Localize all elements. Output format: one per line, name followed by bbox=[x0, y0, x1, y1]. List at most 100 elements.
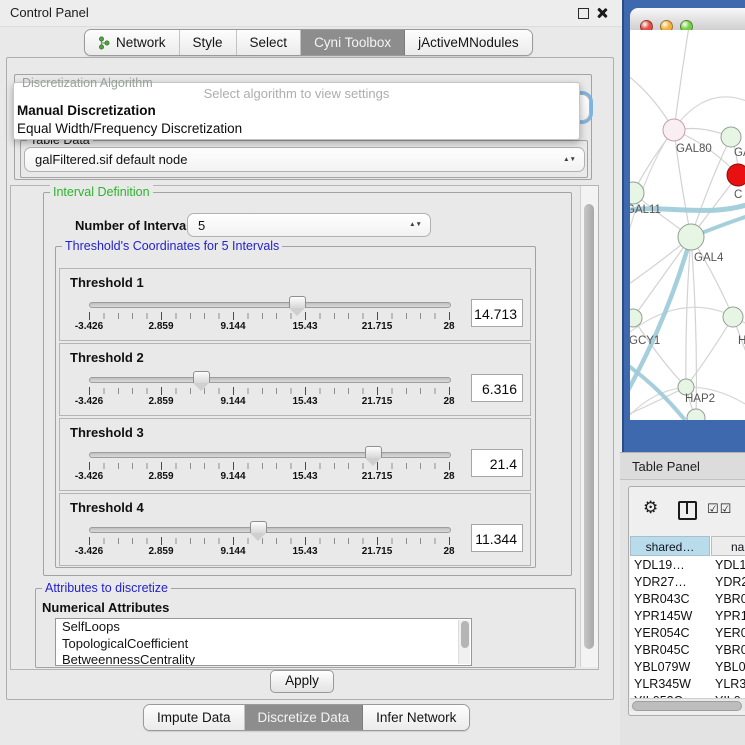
table-horizontal-scrollbar[interactable] bbox=[630, 698, 745, 711]
network-node[interactable] bbox=[723, 307, 743, 327]
slider-ticks bbox=[89, 313, 450, 319]
threshold-2-slider-track[interactable] bbox=[89, 377, 451, 383]
close-icon[interactable] bbox=[596, 7, 608, 19]
threshold-2-slider-thumb[interactable] bbox=[193, 371, 210, 383]
numerical-attributes-label: Numerical Attributes bbox=[42, 600, 169, 615]
tab-infer-network[interactable]: Infer Network bbox=[363, 705, 469, 730]
column-header-shared-name[interactable]: shared… bbox=[630, 536, 710, 556]
threshold-1-slider-thumb[interactable] bbox=[289, 296, 306, 308]
slider-major-tick bbox=[89, 312, 90, 320]
threshold-1-value-field[interactable]: 14.713 bbox=[471, 299, 523, 327]
float-window-icon[interactable] bbox=[578, 8, 589, 19]
slider-scale-label: 21.715 bbox=[362, 321, 393, 332]
attribute-item[interactable]: TopologicalCoefficient bbox=[56, 636, 471, 653]
tab-cyni-toolbox[interactable]: Cyni Toolbox bbox=[301, 30, 405, 55]
threshold-1-slider-track[interactable] bbox=[89, 302, 451, 308]
tab-jactivemnodules[interactable]: jActiveMNodules bbox=[405, 30, 532, 55]
threshold-4-slider-track[interactable] bbox=[89, 527, 451, 533]
popup-option-equal-width[interactable]: Equal Width/Frequency Discretization bbox=[17, 121, 242, 136]
table-data-combobox[interactable]: galFiltered.sif default node ▲▼ bbox=[24, 147, 585, 172]
threshold-3-slider-thumb[interactable] bbox=[365, 446, 382, 458]
bottom-tab-bar: Impute Data Discretize Data Infer Network bbox=[143, 704, 470, 731]
slider-scale-label: 28 bbox=[443, 321, 454, 332]
network-node[interactable] bbox=[727, 164, 745, 186]
network-node-label: GAL80 bbox=[676, 143, 712, 155]
attribute-item[interactable]: SelfLoops bbox=[56, 619, 471, 636]
node-attribute-table[interactable]: shared… na YDL19…YDL1YDR27…YDR2YBR043CYB… bbox=[630, 536, 745, 698]
tab-style[interactable]: Style bbox=[180, 30, 237, 55]
threshold-2-value-field[interactable]: 6.316 bbox=[471, 374, 523, 402]
popup-option-manual[interactable]: Manual Discretization bbox=[17, 103, 156, 118]
network-edge[interactable] bbox=[686, 317, 733, 387]
attributes-list-scrollbar-thumb[interactable] bbox=[461, 621, 469, 648]
slider-scale-label: 21.715 bbox=[362, 546, 393, 557]
combo-arrows-icon: ▲▼ bbox=[409, 222, 422, 228]
network-edge[interactable] bbox=[686, 237, 691, 387]
slider-major-tick bbox=[89, 537, 90, 545]
slider-scale-label: -3.426 bbox=[75, 321, 103, 332]
slider-ticks bbox=[89, 538, 450, 544]
column-header-name[interactable]: na bbox=[711, 536, 745, 556]
slider-major-tick bbox=[305, 312, 306, 320]
threshold-3-slider-track[interactable] bbox=[89, 452, 451, 458]
table-row[interactable]: YLR345WYLR3 bbox=[630, 676, 745, 693]
slider-major-tick bbox=[233, 462, 234, 470]
gear-icon[interactable]: ⚙ bbox=[643, 498, 658, 518]
network-canvas[interactable]: GAL80GACGAL11GAL4GCY1HHAP2 bbox=[630, 30, 745, 420]
threshold-4-slider-thumb[interactable] bbox=[250, 521, 267, 533]
column-layout-icon[interactable] bbox=[678, 501, 697, 520]
slider-major-tick bbox=[377, 537, 378, 545]
slider-scale-label: 15.43 bbox=[292, 546, 317, 557]
slider-major-tick bbox=[449, 387, 450, 395]
threshold-1-label: Threshold 1 bbox=[70, 275, 144, 290]
tab-label: Infer Network bbox=[376, 710, 456, 725]
panel-title: Control Panel bbox=[10, 5, 89, 20]
threshold-3-value-field[interactable]: 21.4 bbox=[471, 449, 523, 477]
network-window-titlebar[interactable] bbox=[630, 8, 745, 31]
vertical-scrollbar-thumb[interactable] bbox=[584, 204, 594, 649]
threshold-4-value-field[interactable]: 11.344 bbox=[471, 524, 523, 552]
network-node-label: GAL11 bbox=[630, 204, 661, 216]
slider-scale-label: -3.426 bbox=[75, 546, 103, 557]
slider-major-tick bbox=[377, 387, 378, 395]
tab-label: jActiveMNodules bbox=[418, 35, 519, 50]
table-row[interactable]: YPR145WYPR1 bbox=[630, 608, 745, 625]
cell-name: YPR1 bbox=[715, 608, 745, 625]
table-row[interactable]: YBL079WYBL0 bbox=[630, 659, 745, 676]
threshold-4-label: Threshold 4 bbox=[70, 500, 144, 515]
network-node[interactable] bbox=[721, 127, 741, 147]
vertical-scrollbar[interactable] bbox=[580, 186, 598, 667]
table-row[interactable]: YBR043CYBR0 bbox=[630, 591, 745, 608]
network-node-label: C bbox=[734, 189, 742, 201]
network-edge[interactable] bbox=[674, 30, 690, 130]
numerical-attributes-list[interactable]: SelfLoopsTopologicalCoefficientBetweenne… bbox=[55, 618, 472, 666]
table-row[interactable]: YBR045CYBR0 bbox=[630, 642, 745, 659]
tab-discretize-data[interactable]: Discretize Data bbox=[245, 705, 364, 730]
network-node[interactable] bbox=[678, 224, 704, 250]
select-columns-icon[interactable]: ☑☑ bbox=[707, 501, 732, 517]
tab-select[interactable]: Select bbox=[237, 30, 302, 55]
slider-scale-label: 9.144 bbox=[220, 396, 245, 407]
apply-button[interactable]: Apply bbox=[270, 670, 334, 693]
tab-impute-data[interactable]: Impute Data bbox=[144, 705, 245, 730]
attribute-item[interactable]: BetweennessCentrality bbox=[56, 652, 471, 666]
algorithm-group-title: Discretization Algorithm bbox=[22, 76, 153, 90]
network-node[interactable] bbox=[663, 119, 685, 141]
slider-scale-label: 15.43 bbox=[292, 396, 317, 407]
table-row[interactable]: YDL19…YDL1 bbox=[630, 557, 745, 574]
network-node-label: H bbox=[738, 335, 745, 347]
network-node[interactable] bbox=[687, 409, 705, 420]
num-intervals-label: Number of Intervals bbox=[75, 218, 197, 233]
num-intervals-combobox[interactable]: 5 ▲▼ bbox=[187, 213, 431, 237]
cell-shared-name: YBR045C bbox=[634, 642, 708, 659]
tab-network[interactable]: Network bbox=[85, 30, 180, 55]
network-edge[interactable] bbox=[633, 237, 691, 318]
network-edge[interactable] bbox=[691, 237, 733, 317]
cell-shared-name: YDR27… bbox=[634, 574, 708, 591]
slider-scale-label: 2.859 bbox=[148, 546, 173, 557]
table-row[interactable]: YDR27…YDR2 bbox=[630, 574, 745, 591]
table-row[interactable]: YER054CYER0 bbox=[630, 625, 745, 642]
attributes-list-scrollbar[interactable] bbox=[458, 620, 470, 664]
tab-label: Impute Data bbox=[157, 710, 231, 725]
table-horizontal-scrollbar-thumb[interactable] bbox=[632, 701, 742, 711]
